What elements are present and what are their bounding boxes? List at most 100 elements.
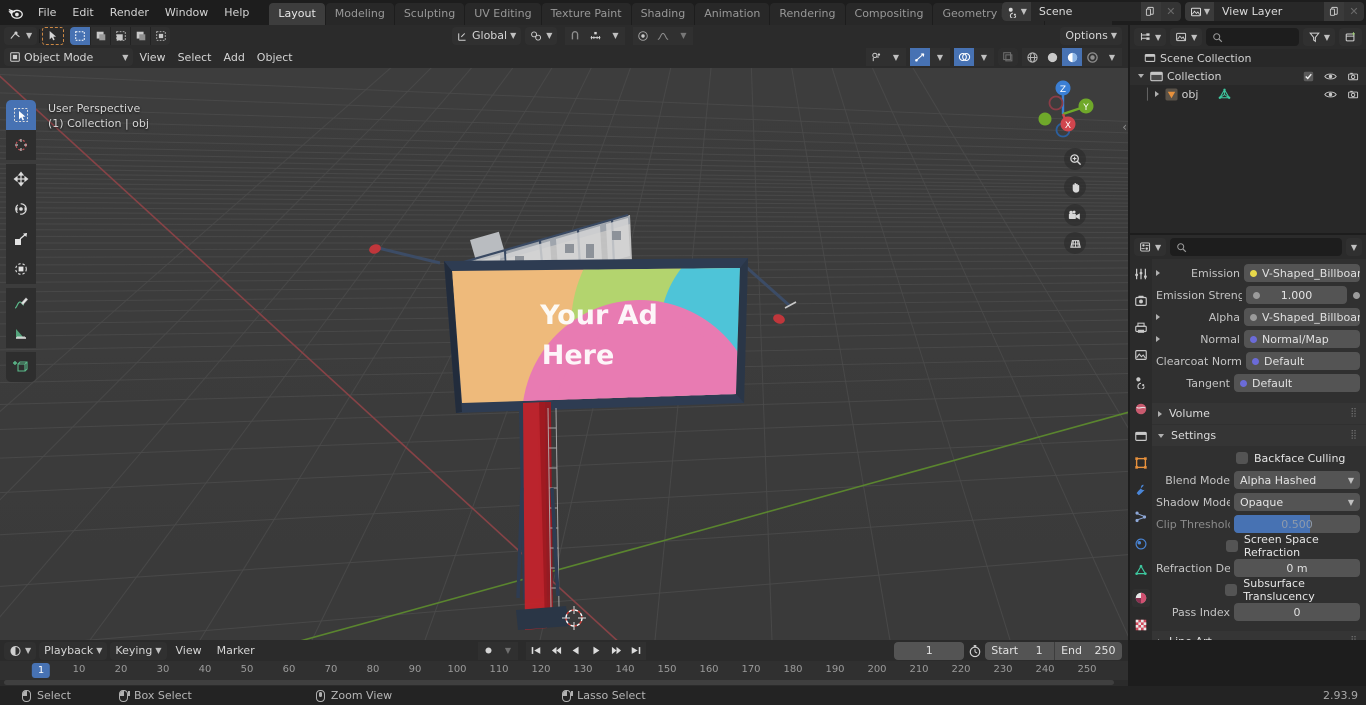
tab-output-properties[interactable]	[1132, 319, 1150, 337]
add-cube-tool-icon[interactable]	[6, 352, 36, 382]
navigation-gizmo[interactable]: Z Y X	[1028, 76, 1098, 146]
chevron-down-icon[interactable]: ▼	[498, 641, 518, 660]
chevron-down-icon[interactable]: ▼	[673, 26, 694, 45]
scale-tool-icon[interactable]	[6, 224, 36, 254]
tab-shading[interactable]: Shading	[631, 3, 695, 25]
play-reverse-button[interactable]	[566, 641, 586, 660]
mesh-data-icon[interactable]	[1218, 88, 1231, 101]
snap-magnet-icon[interactable]	[565, 26, 586, 45]
tab-layout[interactable]: Layout	[269, 3, 325, 25]
jump-to-end-button[interactable]	[626, 641, 646, 660]
view-layer-selector[interactable]: ▼ View Layer ✕	[1184, 2, 1364, 21]
viewport-menu-select[interactable]: Select	[172, 48, 218, 66]
tab-tool-properties[interactable]	[1132, 265, 1150, 283]
solid-shading-icon[interactable]	[1042, 48, 1062, 66]
properties-search-input[interactable]	[1170, 238, 1342, 256]
rendered-shading-icon[interactable]	[1082, 48, 1102, 66]
scene-name-field[interactable]: Scene	[1030, 2, 1141, 21]
options-dropdown[interactable]: Options ▼	[1060, 26, 1122, 45]
camera-view-icon[interactable]	[1064, 204, 1086, 226]
jump-to-next-keyframe-button[interactable]	[606, 641, 626, 660]
viewport-menu-view[interactable]: View	[133, 48, 171, 66]
unlink-scene-button[interactable]: ✕	[1160, 2, 1181, 21]
menu-edit[interactable]: Edit	[64, 3, 101, 23]
editor-type-button[interactable]: ▼	[4, 26, 38, 45]
tab-collection-properties[interactable]	[1132, 427, 1150, 445]
menu-render[interactable]: Render	[102, 3, 157, 23]
chevron-down-icon[interactable]: ▼	[930, 48, 950, 66]
disclosure-triangle-icon[interactable]	[1156, 336, 1160, 342]
menu-help[interactable]: Help	[216, 3, 257, 23]
dropdown-blend-mode[interactable]: Alpha Hashed ▼	[1234, 471, 1360, 489]
chevron-down-icon[interactable]: ▼	[886, 48, 906, 66]
stopwatch-icon[interactable]	[968, 644, 982, 658]
active-tool-indicator[interactable]	[42, 26, 65, 45]
checkbox-subsurface-translucency[interactable]	[1225, 584, 1238, 596]
field-normal[interactable]: Normal/Map	[1244, 330, 1360, 348]
menu-file[interactable]: File	[30, 3, 64, 23]
tab-modifier-properties[interactable]	[1132, 481, 1150, 499]
outliner-filter-button[interactable]: ▼	[1302, 28, 1335, 46]
select-subtract-icon[interactable]	[110, 26, 131, 45]
tab-particle-properties[interactable]	[1132, 508, 1150, 526]
viewport-canvas[interactable]: Your Ad Here User Perspective (1) Collec…	[0, 68, 1128, 640]
field-tangent[interactable]: Default	[1234, 374, 1360, 392]
panel-settings[interactable]: Settings ⣿	[1152, 425, 1366, 446]
panel-volume[interactable]: Volume ⣿	[1152, 403, 1366, 424]
timeline-ruler[interactable]: 10 20 30 40 50 60 70 80 90 100 110 120 1…	[0, 661, 1128, 680]
outliner-editor-type-button[interactable]: ▼	[1134, 28, 1167, 46]
tab-compositing[interactable]: Compositing	[845, 3, 933, 25]
tab-texture-paint[interactable]: Texture Paint	[541, 3, 631, 25]
checkbox-backface-culling[interactable]	[1236, 452, 1248, 464]
viewport-menu-object[interactable]: Object	[251, 48, 299, 66]
tab-view-layer-properties[interactable]	[1132, 346, 1150, 364]
object-mode-dropdown[interactable]: Object Mode ▼	[4, 48, 134, 66]
viewport-menu-add[interactable]: Add	[218, 48, 251, 66]
field-alpha[interactable]: V-Shaped_Billboard...	[1244, 308, 1360, 326]
zoom-icon[interactable]	[1064, 148, 1086, 170]
outliner-row-obj[interactable]: │ obj	[1130, 85, 1366, 103]
field-refraction-depth[interactable]: 0 m	[1234, 559, 1360, 577]
properties-options-button[interactable]: ▼	[1345, 238, 1362, 256]
falloff-curve-icon[interactable]	[653, 26, 674, 45]
panel-line-art[interactable]: Line Art ⣿	[1152, 631, 1366, 640]
playhead[interactable]: 1	[31, 663, 51, 678]
tab-modeling[interactable]: Modeling	[325, 3, 394, 25]
select-invert-icon[interactable]	[130, 26, 151, 45]
disclosure-triangle-icon[interactable]	[1154, 91, 1159, 97]
orthographic-toggle-icon[interactable]	[1064, 232, 1086, 254]
start-end-field[interactable]: Start 1 End 250	[985, 641, 1122, 660]
end-value[interactable]: 250	[1088, 642, 1122, 660]
camera-icon[interactable]	[1347, 71, 1360, 82]
timeline-menu-playback[interactable]: Playback ▼	[39, 641, 108, 660]
eye-icon[interactable]	[1324, 71, 1337, 82]
dropdown-shadow-mode[interactable]: Opaque ▼	[1234, 493, 1360, 511]
tab-material-properties[interactable]	[1132, 589, 1150, 607]
wireframe-shading-icon[interactable]	[1022, 48, 1042, 66]
tab-world-properties[interactable]	[1132, 400, 1150, 418]
transform-tool-icon[interactable]	[6, 254, 36, 284]
chevron-down-icon[interactable]: ▼	[1102, 48, 1122, 66]
blender-logo-icon[interactable]	[0, 0, 30, 25]
jump-to-prev-keyframe-button[interactable]	[546, 641, 566, 660]
menu-window[interactable]: Window	[157, 3, 216, 23]
xray-toggle-icon[interactable]	[998, 48, 1018, 66]
disclosure-triangle-icon[interactable]	[1138, 74, 1144, 78]
outliner-row-scene-collection[interactable]: Scene Collection	[1130, 49, 1366, 67]
slider-clip-threshold[interactable]: 0.500	[1234, 515, 1360, 533]
pan-hand-icon[interactable]	[1064, 176, 1086, 198]
overlays-toggle-icon[interactable]	[954, 48, 974, 66]
chevron-down-icon[interactable]: ▼	[605, 26, 626, 45]
cursor-tool-icon[interactable]	[6, 130, 36, 160]
annotate-tool-icon[interactable]	[6, 288, 36, 318]
auto-keying-icon[interactable]	[478, 641, 498, 660]
camera-icon[interactable]	[1347, 89, 1360, 100]
disclosure-triangle-icon[interactable]	[1156, 314, 1160, 320]
tab-render-properties[interactable]	[1132, 292, 1150, 310]
proportional-editing-icon[interactable]	[633, 26, 654, 45]
snap-pivot-button[interactable]: ▼	[525, 26, 558, 45]
field-clearcoat-normal[interactable]: Default	[1246, 352, 1360, 370]
tab-uv-editing[interactable]: UV Editing	[465, 3, 541, 25]
tab-object-constraint-properties[interactable]	[1132, 562, 1150, 580]
properties-editor-type-button[interactable]: ▼	[1134, 238, 1167, 256]
